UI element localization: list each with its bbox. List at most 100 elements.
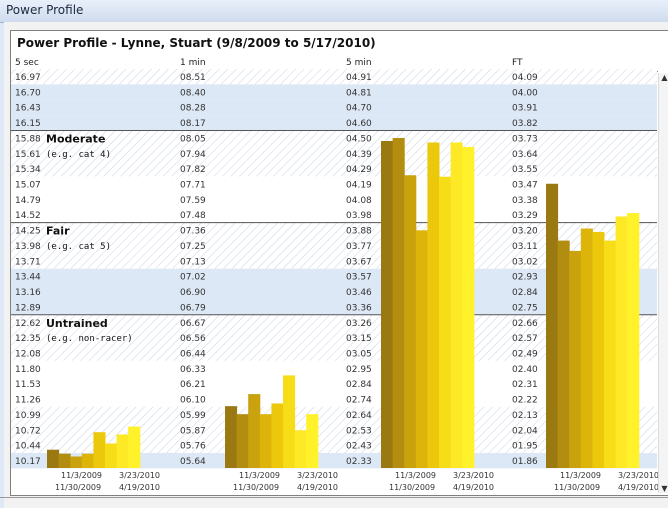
title-bar: Power Profile	[0, 0, 668, 23]
tick-label: 02.66	[512, 319, 538, 329]
category-name: Fair	[46, 225, 70, 238]
grid-band	[11, 191, 657, 208]
category-note: (e.g. non-racer)	[46, 334, 133, 344]
vertical-scrollbar[interactable]: ▲ ▼	[658, 73, 668, 493]
grid-band	[11, 161, 657, 177]
tick-label: 16.97	[15, 73, 41, 83]
tick-label: 03.73	[512, 134, 538, 144]
tick-label: 04.81	[346, 88, 372, 98]
date-label: 4/19/2010	[297, 483, 338, 492]
tick-label: 07.48	[180, 211, 206, 221]
tick-label: 02.31	[512, 380, 538, 390]
tick-label: 02.22	[512, 396, 538, 406]
tick-label: 03.15	[346, 334, 372, 344]
bar	[392, 138, 405, 468]
tick-label: 08.51	[180, 73, 206, 83]
tick-label: 04.00	[512, 88, 538, 98]
tick-label: 02.84	[512, 288, 538, 298]
tick-label: 11.26	[15, 396, 41, 406]
bar	[81, 453, 94, 468]
date-label: 11/3/2009	[61, 471, 102, 480]
tick-label: 06.10	[180, 396, 206, 406]
tick-label: 02.53	[346, 426, 372, 436]
tick-label: 02.57	[512, 334, 538, 344]
tick-label: 16.43	[15, 104, 41, 114]
tick-label: 15.34	[15, 165, 41, 175]
tick-label: 03.82	[512, 119, 538, 129]
tick-label: 12.35	[15, 334, 41, 344]
tick-label: 10.72	[15, 426, 41, 436]
grid-band	[11, 69, 657, 85]
window-title: Power Profile	[6, 3, 84, 17]
tick-label: 02.49	[512, 349, 538, 359]
date-label: 11/3/2009	[560, 471, 601, 480]
tick-label: 05.99	[180, 411, 206, 421]
tick-label: 14.52	[15, 211, 41, 221]
tick-label: 05.76	[180, 442, 206, 452]
tick-label: 13.16	[15, 288, 41, 298]
tick-label: 02.13	[512, 411, 538, 421]
tick-label: 06.56	[180, 334, 206, 344]
tick-label: 08.40	[180, 88, 206, 98]
tick-label: 06.44	[180, 349, 206, 359]
tick-label: 02.33	[346, 457, 372, 467]
tick-label: 07.13	[180, 257, 206, 267]
tick-label: 02.95	[346, 365, 372, 375]
bar	[546, 183, 559, 468]
tick-label: 03.88	[346, 227, 372, 237]
bar	[604, 240, 617, 468]
bar	[93, 432, 106, 468]
tick-label: 15.61	[15, 150, 41, 160]
bar	[462, 146, 475, 468]
scroll-up-arrow-icon[interactable]: ▲	[660, 73, 668, 82]
grid-band	[11, 222, 657, 238]
tick-label: 08.05	[180, 134, 206, 144]
tick-label: 08.28	[180, 104, 206, 114]
tick-label: 07.59	[180, 196, 206, 206]
bar	[105, 443, 118, 468]
bar	[381, 141, 394, 468]
tick-label: 04.60	[346, 119, 372, 129]
tick-label: 04.19	[346, 181, 372, 191]
tick-label: 06.90	[180, 288, 206, 298]
tick-label: 03.36	[346, 303, 372, 313]
date-label: 3/23/2010	[618, 471, 658, 480]
tick-label: 01.95	[512, 442, 538, 452]
date-label: 11/3/2009	[239, 471, 280, 480]
grid-band	[11, 176, 657, 192]
tick-label: 02.93	[512, 273, 538, 283]
tick-label: 03.38	[512, 196, 538, 206]
tick-label: 02.40	[512, 365, 538, 375]
tick-label: 15.07	[15, 181, 41, 191]
bar	[627, 213, 640, 468]
bar	[439, 176, 452, 468]
category-note: (e.g. cat 4)	[46, 150, 111, 160]
tick-label: 13.98	[15, 242, 41, 252]
tick-label: 10.17	[15, 457, 41, 467]
bar	[58, 453, 71, 468]
grid-band	[11, 84, 657, 100]
tick-label: 08.17	[180, 119, 206, 129]
grid-band	[11, 207, 657, 223]
tick-label: 03.05	[346, 349, 372, 359]
tick-label: 03.46	[346, 288, 372, 298]
tick-label: 16.15	[15, 119, 41, 129]
date-label: 11/30/2009	[55, 483, 101, 492]
tick-label: 04.29	[346, 165, 372, 175]
tick-label: 10.44	[15, 442, 41, 452]
scroll-down-arrow-icon[interactable]: ▼	[660, 484, 668, 493]
tick-label: 03.57	[346, 273, 372, 283]
bar	[47, 449, 60, 468]
tick-label: 01.86	[512, 457, 538, 467]
bar	[116, 434, 129, 468]
date-label: 11/30/2009	[233, 483, 279, 492]
tick-label: 04.91	[346, 73, 372, 83]
tick-label: 02.43	[346, 442, 372, 452]
tick-label: 07.71	[180, 181, 206, 191]
tick-label: 07.25	[180, 242, 206, 252]
tick-label: 13.71	[15, 257, 41, 267]
tick-label: 10.99	[15, 411, 41, 421]
bar	[128, 426, 141, 468]
tick-label: 15.88	[15, 134, 41, 144]
bar	[259, 414, 272, 468]
